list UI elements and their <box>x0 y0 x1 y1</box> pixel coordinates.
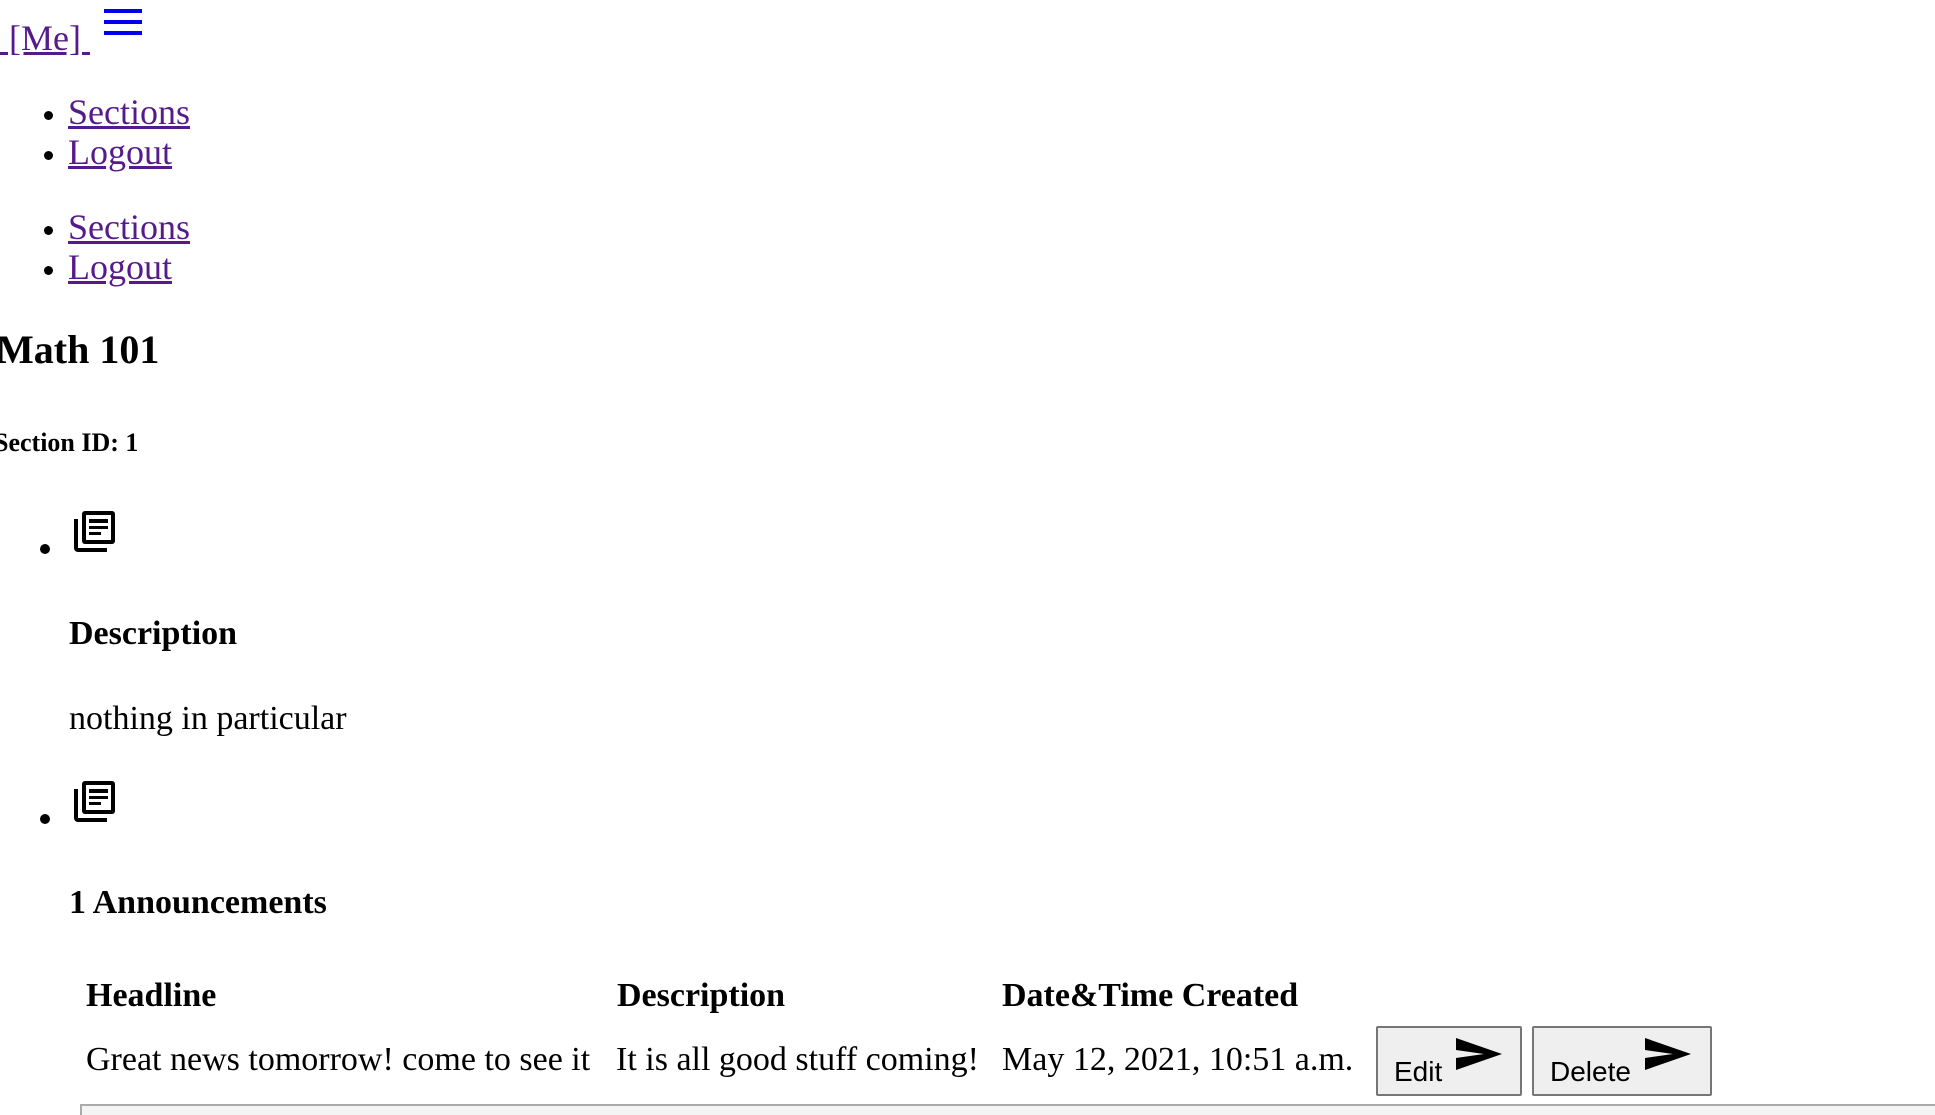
description-heading: Description <box>69 615 238 652</box>
description-text: nothing in particular <box>69 700 347 737</box>
list-bullet <box>40 544 50 554</box>
nav-item-logout: Logout <box>68 247 190 287</box>
announcement-description: It is all good stuff coming! <box>616 1041 979 1078</box>
logout-link[interactable]: Logout <box>68 247 172 287</box>
send-arrow-icon <box>1644 1038 1691 1070</box>
me-link[interactable]: [Me] <box>0 18 90 58</box>
section-id: Section ID: 1 <box>0 428 139 457</box>
course-title: Math 101 <box>0 327 160 372</box>
column-header-created: Date&Time Created <box>1002 977 1299 1014</box>
nav-item-sections: Sections <box>68 207 190 247</box>
secondary-nav: Sections Logout <box>0 207 190 287</box>
list-bullet <box>40 814 50 824</box>
announcement-created: May 12, 2021, 10:51 a.m. <box>1002 1041 1354 1078</box>
announcements-heading: 1 Announcements <box>69 884 327 921</box>
delete-button-label: Delete <box>1550 1056 1631 1087</box>
column-header-headline: Headline <box>86 977 217 1014</box>
send-arrow-icon <box>1456 1038 1503 1070</box>
news-icon <box>74 781 115 822</box>
nav-item-logout: Logout <box>68 132 190 172</box>
page: [Me] Sections Logout Sections Logout Mat… <box>0 0 1935 1115</box>
news-icon <box>74 511 115 552</box>
edit-button-label: Edit <box>1394 1056 1443 1087</box>
hamburger-menu-icon[interactable] <box>102 6 144 40</box>
bottom-panel <box>80 1104 1935 1115</box>
logout-link[interactable]: Logout <box>68 132 172 172</box>
sections-link[interactable]: Sections <box>68 207 190 247</box>
announcement-headline: Great news tomorrow! come to see it <box>86 1041 591 1078</box>
column-header-description: Description <box>617 977 786 1014</box>
top-bar: [Me] <box>0 4 144 60</box>
primary-nav: Sections Logout <box>0 92 190 172</box>
edit-button[interactable]: Edit <box>1376 1026 1522 1096</box>
sections-link[interactable]: Sections <box>68 92 190 132</box>
delete-button[interactable]: Delete <box>1532 1026 1712 1096</box>
nav-item-sections: Sections <box>68 92 190 132</box>
